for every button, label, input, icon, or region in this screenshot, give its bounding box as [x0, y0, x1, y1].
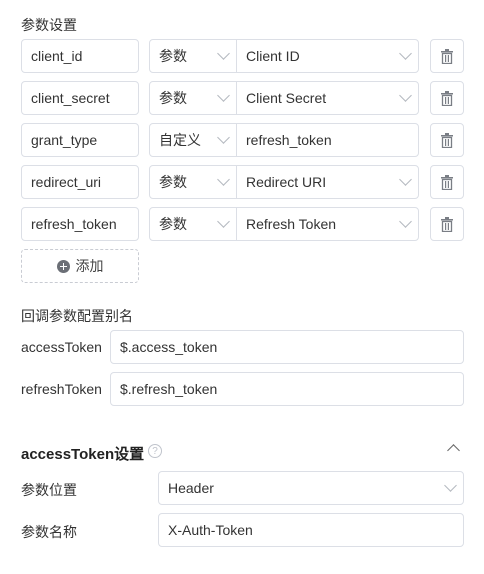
param-type-value: 参数	[159, 216, 187, 232]
param-type-value: 自定义	[159, 132, 201, 148]
refresh-token-path-input[interactable]: $.refresh_token	[110, 372, 464, 406]
param-type-select[interactable]: 自定义	[149, 123, 237, 157]
refresh-token-label: refreshToken	[21, 381, 102, 397]
param-type-select[interactable]: 参数	[149, 81, 237, 115]
trash-icon	[441, 132, 453, 148]
param-name-input[interactable]: refresh_token	[21, 207, 139, 241]
param-type-value: 参数	[159, 174, 187, 190]
delete-row-button[interactable]	[430, 207, 464, 241]
param-position-select[interactable]: Header	[158, 471, 464, 505]
plus-circle-icon	[56, 259, 70, 273]
delete-row-button[interactable]	[430, 81, 464, 115]
param-type-value: 参数	[159, 90, 187, 106]
param-name-label: 参数名称	[21, 524, 77, 540]
chevron-down-icon	[217, 131, 230, 144]
trash-icon	[441, 216, 453, 232]
refresh-token-path-value: $.refresh_token	[120, 381, 218, 397]
param-value-text: Redirect URI	[246, 174, 327, 190]
param-value-text: refresh_token	[246, 132, 332, 148]
param-type-select[interactable]: 参数	[149, 207, 237, 241]
param-name-input[interactable]: client_secret	[21, 81, 139, 115]
param-value-text: Client ID	[246, 48, 300, 64]
param-value-text: Refresh Token	[246, 216, 337, 232]
param-value-select[interactable]: Refresh Token	[236, 207, 419, 241]
chevron-down-icon	[399, 47, 412, 60]
param-value-select[interactable]: Redirect URI	[236, 165, 419, 199]
callback-section-title: 回调参数配置别名	[21, 308, 133, 324]
param-name-value: grant_type	[31, 132, 98, 148]
param-value-input[interactable]: refresh_token	[236, 123, 419, 157]
param-name-value: client_id	[31, 48, 83, 64]
param-name-value: refresh_token	[31, 216, 117, 232]
param-value-text: Client Secret	[246, 90, 327, 106]
token-settings-title: accessToken设置	[21, 446, 145, 463]
chevron-down-icon	[399, 215, 412, 228]
trash-icon	[441, 174, 453, 190]
access-token-path-value: $.access_token	[120, 339, 218, 355]
chevron-down-icon	[399, 89, 412, 102]
param-type-select[interactable]: 参数	[149, 39, 237, 73]
param-value-select[interactable]: Client ID	[236, 39, 419, 73]
add-param-label: 添加	[75, 258, 104, 274]
chevron-down-icon	[217, 47, 230, 60]
chevron-down-icon	[217, 89, 230, 102]
param-name-value: client_secret	[31, 90, 110, 106]
param-type-select[interactable]: 参数	[149, 165, 237, 199]
param-position-label: 参数位置	[21, 482, 77, 498]
chevron-down-icon	[444, 479, 457, 492]
param-name-field-value: X-Auth-Token	[168, 522, 253, 538]
trash-icon	[441, 48, 453, 64]
delete-row-button[interactable]	[430, 123, 464, 157]
chevron-down-icon	[399, 173, 412, 186]
help-circle-icon[interactable]: ?	[148, 444, 162, 458]
trash-icon	[441, 90, 453, 106]
access-token-path-input[interactable]: $.access_token	[110, 330, 464, 364]
chevron-down-icon	[217, 173, 230, 186]
param-type-value: 参数	[159, 48, 187, 64]
param-name-input[interactable]: grant_type	[21, 123, 139, 157]
param-position-value: Header	[168, 480, 214, 496]
param-value-select[interactable]: Client Secret	[236, 81, 419, 115]
delete-row-button[interactable]	[430, 165, 464, 199]
add-param-button[interactable]: 添加	[21, 249, 139, 283]
param-name-input[interactable]: redirect_uri	[21, 165, 139, 199]
access-token-label: accessToken	[21, 339, 102, 355]
param-name-field[interactable]: X-Auth-Token	[158, 513, 464, 547]
param-name-value: redirect_uri	[31, 174, 102, 190]
params-section-title: 参数设置	[21, 17, 77, 33]
chevron-down-icon	[217, 215, 230, 228]
param-name-input[interactable]: client_id	[21, 39, 139, 73]
delete-row-button[interactable]	[430, 39, 464, 73]
chevron-up-icon[interactable]	[447, 444, 460, 457]
